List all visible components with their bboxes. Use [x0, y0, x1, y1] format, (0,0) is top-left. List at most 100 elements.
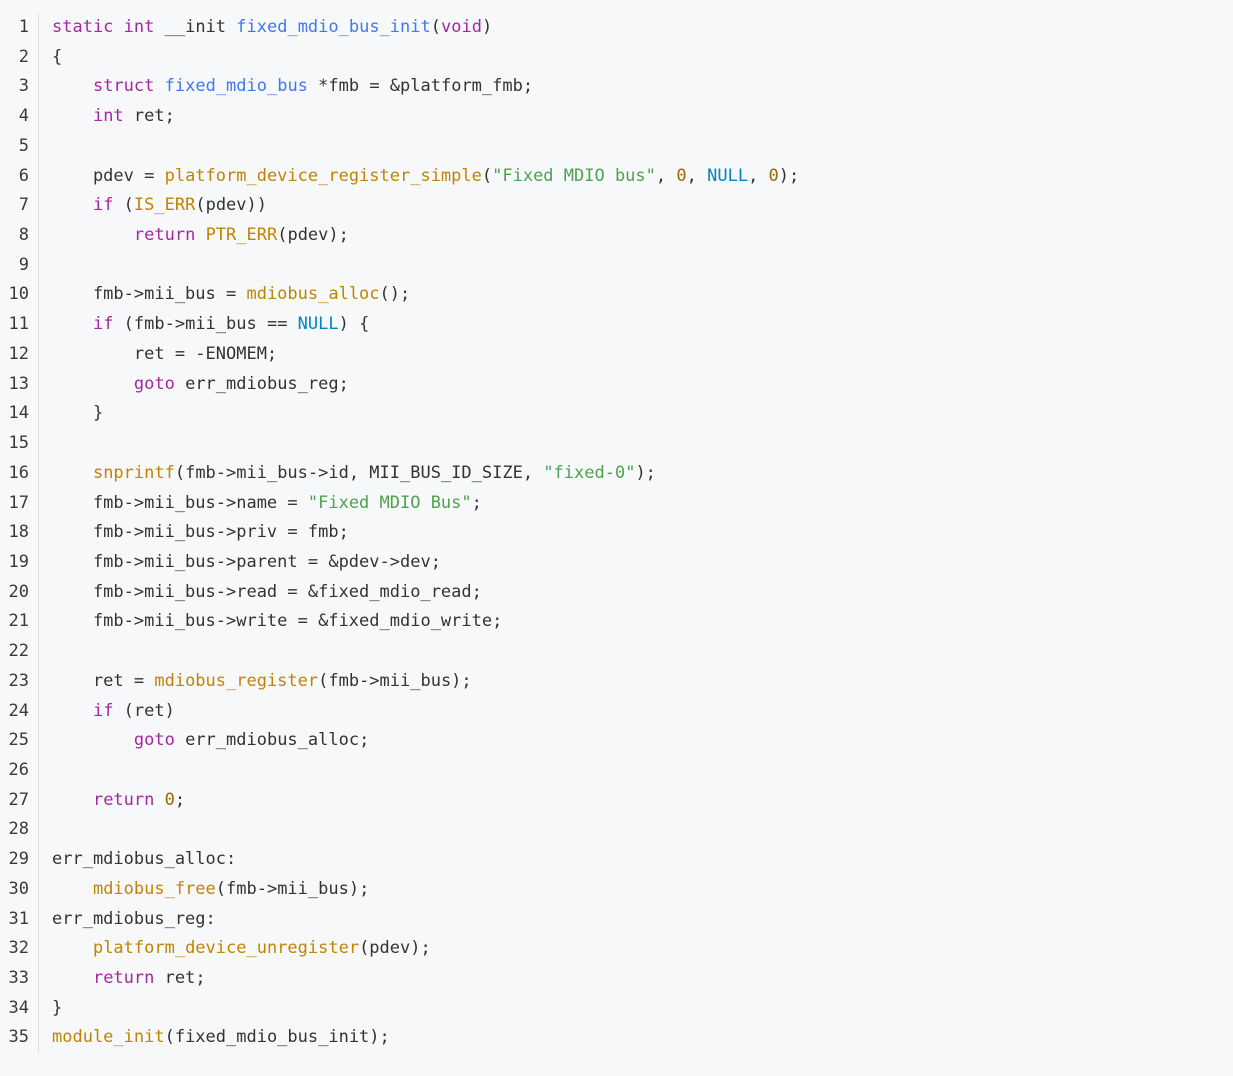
line-content: return ret; — [39, 964, 206, 994]
line-number: 5 — [18, 135, 29, 156]
line-content: pdev = platform_device_register_simple("… — [39, 162, 799, 192]
line-content — [39, 429, 52, 459]
line-content: fmb->mii_bus->name = "Fixed MDIO Bus"; — [39, 489, 482, 519]
code-line: 30 mdiobus_free(fmb->mii_bus); — [0, 874, 1233, 905]
code-token-plain: fmb->mii_bus->read = &fixed_mdio_read; — [52, 581, 482, 602]
code-token-identifier: fixed_mdio_bus — [164, 76, 308, 97]
line-number: 10 — [8, 284, 29, 305]
line-content: err_mdiobus_reg: — [39, 905, 216, 935]
code-token-plain: (pdev); — [359, 938, 431, 959]
code-token-function: platform_device_unregister — [92, 938, 360, 959]
code-token-plain: err_mdiobus_reg: — [52, 908, 216, 929]
code-token-string: "fixed-0" — [543, 462, 636, 483]
line-content — [39, 251, 52, 281]
line-content: fmb->mii_bus = mdiobus_alloc(); — [39, 280, 410, 310]
line-number: 29 — [8, 849, 29, 870]
code-token-plain: (pdev); — [277, 225, 349, 246]
code-line: 2{ — [0, 42, 1233, 73]
line-number: 12 — [8, 343, 29, 364]
code-line: 17 fmb->mii_bus->name = "Fixed MDIO Bus"… — [0, 488, 1233, 519]
code-token-function: PTR_ERR — [205, 225, 278, 246]
line-content: goto err_mdiobus_alloc; — [39, 726, 369, 756]
code-token-plain: } — [52, 997, 63, 1018]
code-line: 4 int ret; — [0, 102, 1233, 132]
code-line: 5 — [0, 131, 1233, 162]
line-number: 24 — [8, 700, 29, 721]
line-content: } — [39, 399, 103, 429]
code-token-function: snprintf — [92, 462, 175, 483]
line-number: 2 — [18, 46, 29, 67]
code-token-keyword: goto — [133, 730, 175, 751]
code-token-string: "Fixed MDIO bus" — [492, 165, 656, 186]
code-token-plain: (fmb->mii_bus == — [113, 314, 298, 335]
line-number: 3 — [18, 76, 29, 97]
code-line: 19 fmb->mii_bus->parent = &pdev->dev; — [0, 547, 1233, 578]
code-line: 28 — [0, 815, 1233, 846]
code-token-constant: NULL — [707, 165, 749, 186]
line-number: 6 — [18, 165, 29, 186]
line-content: int ret; — [39, 102, 175, 132]
line-content — [39, 756, 52, 786]
code-line: 7 if (IS_ERR(pdev)) — [0, 191, 1233, 222]
code-token-plain: ); — [778, 165, 800, 186]
line-number: 30 — [8, 878, 29, 899]
line-number: 34 — [8, 997, 29, 1018]
code-line: 14 } — [0, 399, 1233, 430]
code-token-number: 0 — [768, 165, 779, 186]
code-line: 23 ret = mdiobus_register(fmb->mii_bus); — [0, 666, 1233, 697]
code-token-plain: ret = — [52, 670, 155, 691]
code-token-function: module_init — [52, 1027, 165, 1048]
code-token-function: mdiobus_register — [154, 670, 319, 691]
code-token-function: platform_device_register_simple — [164, 165, 482, 186]
line-number: 23 — [8, 670, 29, 691]
code-token-type: static — [52, 17, 114, 37]
line-content: { — [39, 43, 62, 73]
code-token-number: 0 — [676, 165, 687, 186]
code-token-constant: NULL — [297, 314, 339, 335]
line-content: ret = mdiobus_register(fmb->mii_bus); — [39, 667, 472, 697]
code-line: 20 fmb->mii_bus->read = &fixed_mdio_read… — [0, 577, 1233, 608]
code-token-plain: ; — [174, 789, 186, 810]
line-number: 25 — [8, 730, 29, 751]
code-line: 12 ret = -ENOMEM; — [0, 339, 1233, 370]
code-line: 16 snprintf(fmb->mii_bus->id, MII_BUS_ID… — [0, 458, 1233, 489]
code-token-plain: , — [655, 165, 677, 186]
code-line: 21 fmb->mii_bus->write = &fixed_mdio_wri… — [0, 607, 1233, 638]
code-token-keyword: return — [92, 789, 155, 810]
line-number: 14 — [8, 403, 29, 424]
code-token-plain: ( — [113, 195, 134, 216]
code-token-plain: fmb->mii_bus = — [52, 284, 247, 305]
line-content: fmb->mii_bus->parent = &pdev->dev; — [39, 548, 441, 578]
line-number: 19 — [8, 551, 29, 572]
line-number: 4 — [18, 106, 29, 127]
code-line: 32 platform_device_unregister(pdev); — [0, 934, 1233, 964]
code-token-plain: ret = -ENOMEM; — [52, 343, 278, 364]
code-line: 8 return PTR_ERR(pdev); — [0, 221, 1233, 251]
line-number: 7 — [18, 195, 29, 216]
code-token-plain: , — [686, 165, 708, 186]
line-number: 20 — [8, 581, 29, 602]
line-content: ret = -ENOMEM; — [39, 340, 277, 370]
code-line: 25 goto err_mdiobus_alloc; — [0, 726, 1233, 756]
code-line: 18 fmb->mii_bus->priv = fmb; — [0, 518, 1233, 548]
code-token-plain: fmb->mii_bus->name = — [52, 492, 308, 513]
line-content: fmb->mii_bus->read = &fixed_mdio_read; — [39, 578, 482, 608]
line-content — [39, 637, 52, 667]
code-token-plain: (pdev)) — [195, 195, 267, 216]
line-content: return PTR_ERR(pdev); — [39, 221, 349, 251]
code-token-plain: ret; — [123, 106, 175, 127]
code-view: 1 static int __init fixed_mdio_bus_init(v… — [0, 0, 1233, 1076]
code-token-plain: (fixed_mdio_bus_init); — [164, 1027, 390, 1048]
line-content: struct fixed_mdio_bus *fmb = &platform_f… — [39, 72, 533, 102]
code-token-identifier: fixed_mdio_bus_init — [236, 17, 431, 37]
code-line: 13 goto err_mdiobus_reg; — [0, 369, 1233, 400]
